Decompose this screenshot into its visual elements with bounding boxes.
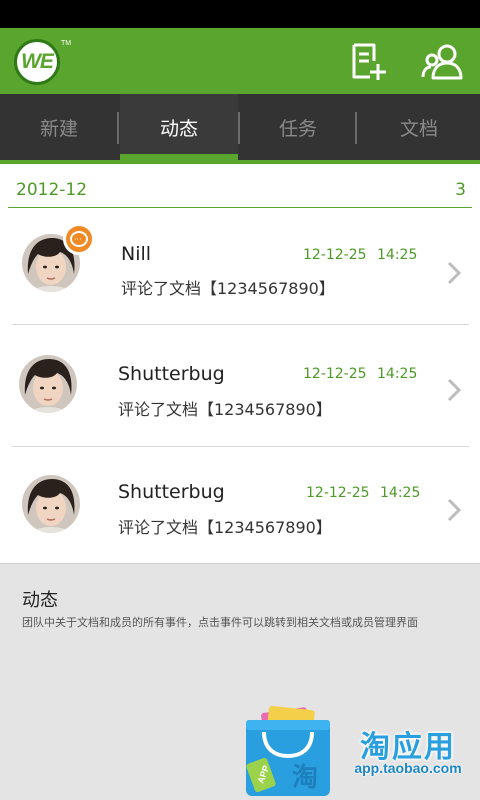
hint-description: 团队中关于文档和成员的所有事件，点击事件可以跳转到相关文档或成员管理界面 (22, 616, 418, 629)
tab-new-label: 新建 (39, 117, 78, 140)
contacts-button[interactable] (420, 42, 466, 82)
user-avatar-image (22, 475, 80, 533)
avatar (19, 355, 77, 413)
status-bar (0, 0, 480, 28)
taobao-bag-logo: APP 淘 (242, 705, 334, 800)
feed-item-time: 14:25 (377, 247, 418, 263)
comment-badge: ··· (63, 223, 95, 255)
month-section-header: 2012-12 3 (8, 176, 472, 208)
tab-tasks[interactable]: 任务 (240, 94, 356, 160)
feed-item-description: 评论了文档【1234567890】 (118, 518, 332, 537)
taobao-brand: 淘应用 app.taobao.com (338, 722, 480, 780)
chevron-right-icon (447, 378, 462, 402)
we-logo: WE (14, 39, 60, 85)
taobao-url: app.taobao.com (354, 760, 462, 776)
tab-bar: 新建 动态 任务 文档 (0, 94, 480, 160)
tab-divider (355, 112, 357, 144)
tab-divider (117, 112, 119, 144)
hint-title: 动态 (22, 590, 58, 611)
feed-item-time: 14:25 (380, 485, 421, 501)
feed-item[interactable]: ··· Nill 12-12-25 14:25 评论了文档【1234567890… (0, 206, 480, 326)
tab-bar-underline (0, 160, 480, 164)
tab-activity[interactable]: 动态 (120, 94, 238, 160)
feed-item-date: 12-12-25 (306, 485, 370, 501)
feed-item-time: 14:25 (377, 366, 418, 382)
feed-item-name: Nill (121, 243, 152, 265)
feed-item-description: 评论了文档【1234567890】 (118, 400, 332, 419)
document-plus-icon (352, 43, 386, 80)
chevron-right-icon (447, 261, 462, 285)
feed-item-date: 12-12-25 (303, 366, 367, 382)
feed-item-name: Shutterbug (118, 481, 225, 503)
chat-bubble-icon: ··· (70, 231, 88, 247)
trademark-mark: TM (61, 40, 72, 47)
feed-item-date: 12-12-25 (303, 247, 367, 263)
tab-documents[interactable]: 文档 (358, 94, 480, 160)
feed-item-description: 评论了文档【1234567890】 (121, 279, 335, 298)
tab-tasks-label: 任务 (278, 117, 317, 140)
chevron-right-icon (447, 498, 462, 522)
user-avatar-image (19, 355, 77, 413)
feed-item-name: Shutterbug (118, 363, 225, 385)
bag-label: 淘 (292, 763, 318, 793)
avatar (22, 475, 80, 533)
tab-new[interactable]: 新建 (0, 94, 118, 160)
logo-text: WE (21, 50, 54, 73)
app-bar: WE TM (0, 28, 480, 94)
section-month: 2012-12 (16, 180, 88, 200)
section-count: 3 (455, 180, 466, 200)
people-icon (421, 44, 463, 80)
feed-item[interactable]: Shutterbug 12-12-25 14:25 评论了文档【12345678… (0, 325, 480, 445)
tab-activity-label: 动态 (159, 117, 198, 140)
shopping-bag-icon: APP 淘 (246, 705, 330, 796)
feed-item[interactable]: Shutterbug 12-12-25 14:25 评论了文档【12345678… (0, 447, 480, 567)
tab-documents-label: 文档 (399, 117, 438, 140)
new-document-button[interactable] (348, 42, 388, 82)
